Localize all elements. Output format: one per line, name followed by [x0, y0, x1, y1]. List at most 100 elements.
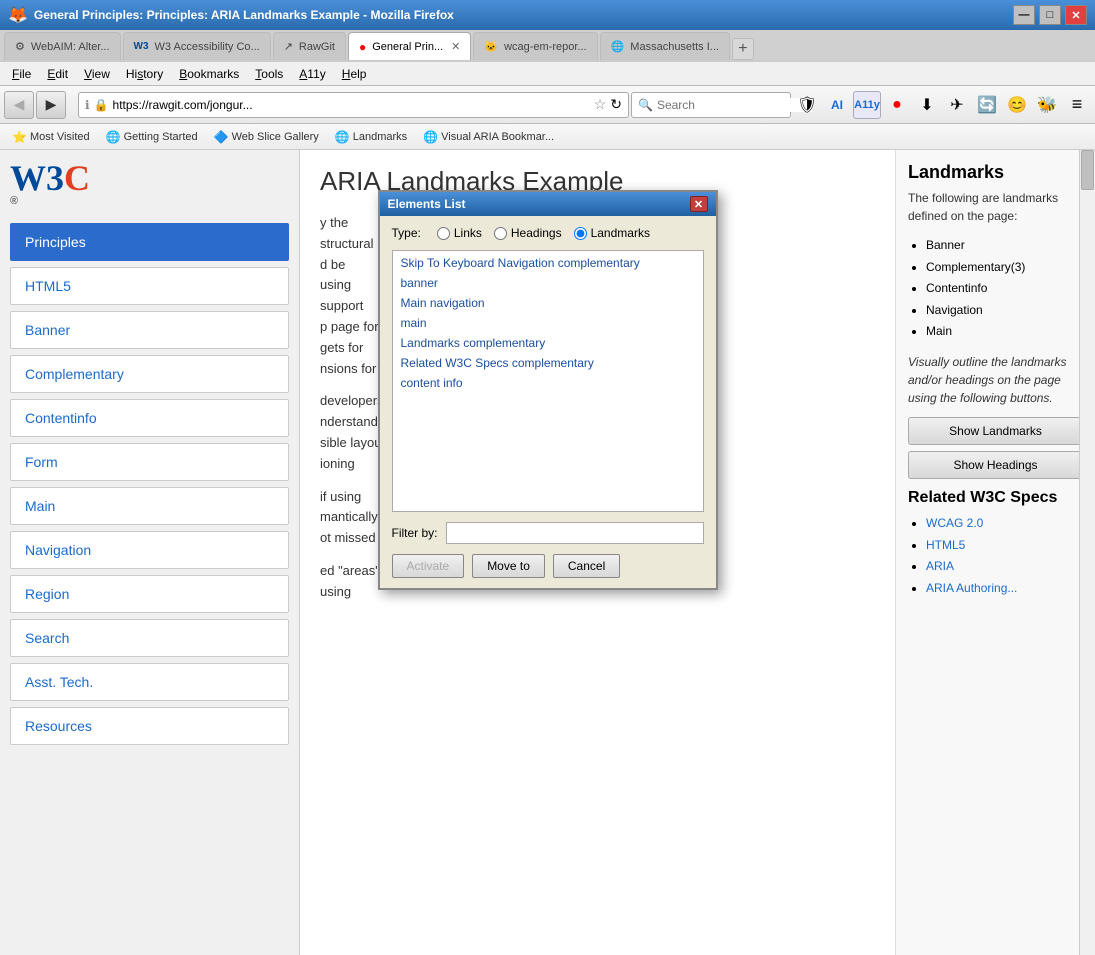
send-btn[interactable]: ✈	[943, 91, 971, 119]
bookmark-label: Visual ARIA Bookmar...	[441, 131, 554, 143]
forward-button[interactable]: ▶	[36, 91, 66, 119]
window-title: General Principles: Principles: ARIA Lan…	[34, 8, 1013, 22]
dialog-body: Type: Links Headings Landmarks	[380, 216, 716, 588]
tab-general-prin[interactable]: ● General Prin... ✕	[348, 32, 471, 60]
tab-icon: 🐱	[484, 40, 498, 53]
search-icon: 🔍	[638, 98, 653, 112]
globe-icon: 🌐	[106, 130, 121, 144]
list-item[interactable]: Main navigation	[395, 293, 701, 313]
globe-icon-2: 🌐	[335, 130, 350, 144]
cancel-button[interactable]: Cancel	[553, 554, 620, 578]
bookmark-icon[interactable]: ☆	[594, 96, 607, 113]
star-icon: ⭐	[12, 130, 27, 144]
dialog-close-button[interactable]: ✕	[690, 196, 708, 212]
list-item[interactable]: Skip To Keyboard Navigation complementar…	[395, 253, 701, 273]
tab-icon: ●	[359, 40, 366, 54]
address-bar[interactable]: ℹ 🔒 ☆ ↻	[78, 92, 629, 118]
menu-tools[interactable]: Tools	[247, 65, 291, 83]
tab-icon: 🌐	[611, 40, 625, 53]
bookmark-label: Landmarks	[353, 131, 407, 143]
modal-overlay: Elements List ✕ Type: Links Headings	[0, 150, 1095, 955]
radio-landmarks-label: Landmarks	[591, 226, 650, 240]
menu-btn[interactable]: ≡	[1063, 91, 1091, 119]
dialog-title-bar: Elements List ✕	[380, 192, 716, 216]
ai-btn[interactable]: AI	[823, 91, 851, 119]
menu-view[interactable]: View	[76, 65, 118, 83]
tab-label: WebAIM: Alter...	[31, 41, 110, 53]
tab-icon: W3	[134, 41, 149, 52]
bookmark-web-slice[interactable]: 🔷 Web Slice Gallery	[208, 128, 325, 146]
emoji-btn[interactable]: 😊	[1003, 91, 1031, 119]
red-btn[interactable]: ●	[883, 91, 911, 119]
list-item[interactable]: Related W3C Specs complementary	[395, 353, 701, 373]
toolbar-icons: 🛡 AI A11y ● ⬇ ✈ 🔄 😊 🐝 ≡	[793, 91, 1091, 119]
menu-history[interactable]: History	[118, 65, 171, 83]
menu-help[interactable]: Help	[334, 65, 375, 83]
search-input[interactable]	[657, 98, 812, 112]
tab-rawgit[interactable]: ↗ RawGit	[273, 32, 346, 60]
lock-icon: 🔒	[94, 98, 109, 112]
window-title-bar: 🦊 General Principles: Principles: ARIA L…	[0, 0, 1095, 30]
globe-icon-3: 🌐	[423, 130, 438, 144]
download-btn[interactable]: ⬇	[913, 91, 941, 119]
list-item[interactable]: banner	[395, 273, 701, 293]
browser-icon: 🦊	[8, 5, 28, 25]
tab-label: RawGit	[299, 41, 335, 53]
list-item[interactable]: main	[395, 313, 701, 333]
menu-a11y[interactable]: A11y	[291, 65, 333, 83]
window-controls[interactable]: — □ ✕	[1013, 5, 1087, 25]
radio-headings-label: Headings	[511, 226, 562, 240]
radio-links[interactable]: Links	[437, 226, 482, 240]
list-item[interactable]: Landmarks complementary	[395, 333, 701, 353]
dialog-title: Elements List	[388, 197, 690, 211]
slice-icon: 🔷	[214, 130, 229, 144]
a11y-btn[interactable]: A11y	[853, 91, 881, 119]
radio-landmarks-input[interactable]	[574, 227, 587, 240]
bookmark-most-visited[interactable]: ⭐ Most Visited	[6, 128, 96, 146]
close-button[interactable]: ✕	[1065, 5, 1087, 25]
tab-wcag[interactable]: 🐱 wcag-em-repor...	[473, 32, 597, 60]
bookmark-label: Getting Started	[124, 131, 198, 143]
bookmark-visual-aria[interactable]: 🌐 Visual ARIA Bookmar...	[417, 128, 560, 146]
bookmark-landmarks[interactable]: 🌐 Landmarks	[329, 128, 413, 146]
dialog-buttons: Activate Move to Cancel	[392, 554, 704, 578]
elements-list[interactable]: Skip To Keyboard Navigation complementar…	[392, 250, 704, 512]
bookmark-getting-started[interactable]: 🌐 Getting Started	[100, 128, 204, 146]
tab-webaimm[interactable]: ⚙ WebAIM: Alter...	[4, 32, 121, 60]
back-button[interactable]: ◀	[4, 91, 34, 119]
menu-edit[interactable]: Edit	[39, 65, 76, 83]
reload-button[interactable]: ↻	[610, 96, 622, 113]
maximize-button[interactable]: □	[1039, 5, 1061, 25]
shield-icon-btn[interactable]: 🛡	[793, 91, 821, 119]
filter-input[interactable]	[446, 522, 704, 544]
menu-bookmarks[interactable]: Bookmarks	[171, 65, 247, 83]
bookmarks-bar: ⭐ Most Visited 🌐 Getting Started 🔷 Web S…	[0, 124, 1095, 150]
type-row: Type: Links Headings Landmarks	[392, 226, 704, 240]
minimize-button[interactable]: —	[1013, 5, 1035, 25]
tab-icon: ↗	[284, 40, 293, 53]
radio-headings-input[interactable]	[494, 227, 507, 240]
browser-content: W3C ® Principles HTML5 Banner Complement…	[0, 150, 1095, 955]
move-to-button[interactable]: Move to	[472, 554, 545, 578]
address-input[interactable]	[113, 98, 590, 112]
info-icon: ℹ	[85, 98, 90, 112]
list-item[interactable]: content info	[395, 373, 701, 393]
tab-icon: ⚙	[15, 40, 25, 53]
menu-file[interactable]: File	[4, 65, 39, 83]
search-box[interactable]: 🔍	[631, 92, 791, 118]
radio-headings[interactable]: Headings	[494, 226, 562, 240]
bee-btn[interactable]: 🐝	[1033, 91, 1061, 119]
tab-label: W3 Accessibility Co...	[155, 41, 260, 53]
filter-row: Filter by:	[392, 522, 704, 544]
tab-close-button[interactable]: ✕	[451, 40, 460, 53]
type-label: Type:	[392, 226, 421, 240]
tab-mass[interactable]: 🌐 Massachusetts I...	[600, 32, 730, 60]
activate-button[interactable]: Activate	[392, 554, 465, 578]
bookmark-label: Most Visited	[30, 131, 90, 143]
radio-links-input[interactable]	[437, 227, 450, 240]
radio-landmarks[interactable]: Landmarks	[574, 226, 650, 240]
menu-bar: File Edit View History Bookmarks Tools A…	[0, 62, 1095, 86]
new-tab-button[interactable]: +	[732, 38, 754, 60]
refresh-btn[interactable]: 🔄	[973, 91, 1001, 119]
tab-w3[interactable]: W3 W3 Accessibility Co...	[123, 32, 271, 60]
